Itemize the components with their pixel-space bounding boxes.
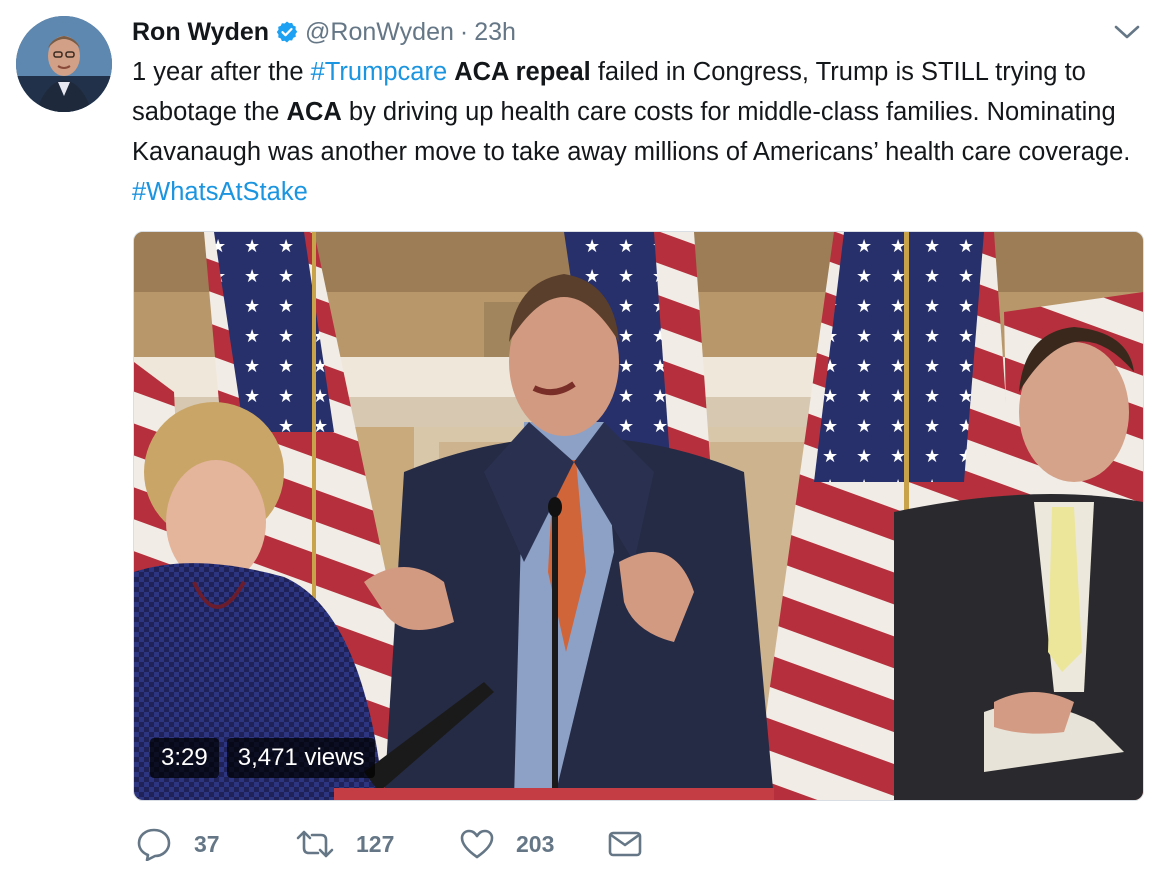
retweet-button[interactable]: 127 <box>296 829 460 859</box>
retweet-icon <box>296 829 334 859</box>
chevron-down-icon[interactable] <box>1112 20 1142 44</box>
bold-text: ACA <box>286 98 342 126</box>
like-button[interactable]: 203 <box>460 829 608 859</box>
like-count: 203 <box>516 830 555 857</box>
tweet-text: 1 year after the #Trumpcare ACA repeal f… <box>132 52 1132 212</box>
heart-icon <box>460 829 494 859</box>
hashtag-link[interactable]: #Trumpcare <box>311 58 448 86</box>
envelope-icon <box>608 830 642 858</box>
author-handle[interactable]: @RonWyden <box>305 18 454 47</box>
video-info-overlay: 3:29 3,471 views <box>150 738 376 778</box>
reply-icon <box>136 827 172 861</box>
author-avatar[interactable] <box>16 16 112 112</box>
video-thumbnail: ★ <box>134 232 1143 800</box>
text-segment: 1 year after the <box>132 58 311 86</box>
retweet-count: 127 <box>356 830 395 857</box>
separator-dot: · <box>459 17 469 46</box>
author-name[interactable]: Ron Wyden <box>132 18 269 47</box>
bold-text: ACA repeal <box>454 58 591 86</box>
video-player[interactable]: ★ <box>133 231 1144 801</box>
direct-message-button[interactable] <box>608 830 642 858</box>
tweet-actions: 37 127 203 <box>136 824 642 864</box>
video-duration: 3:29 <box>150 738 219 778</box>
tweet-header: Ron Wyden @RonWyden · 23h <box>132 14 516 50</box>
video-views: 3,471 views <box>226 738 376 778</box>
verified-badge-icon <box>275 20 299 44</box>
reply-button[interactable]: 37 <box>136 827 296 861</box>
tweet-timestamp[interactable]: 23h <box>474 18 516 47</box>
reply-count: 37 <box>194 830 220 857</box>
hashtag-link[interactable]: #WhatsAtStake <box>132 178 308 206</box>
